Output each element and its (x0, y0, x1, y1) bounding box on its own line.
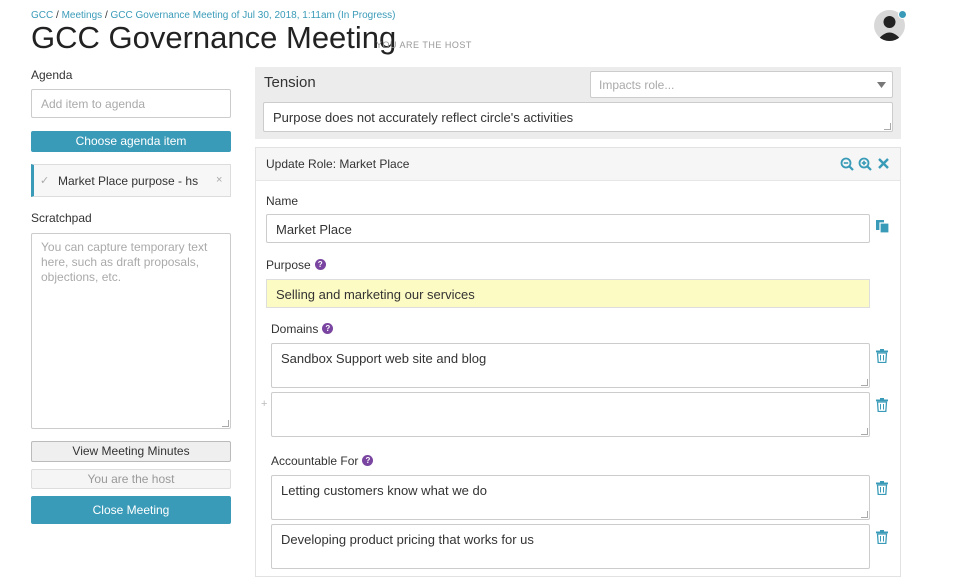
impacts-role-placeholder: Impacts role... (599, 78, 675, 92)
domain-textarea[interactable]: Sandbox Support web site and blog (271, 343, 870, 388)
scratchpad-textarea[interactable]: You can capture temporary text here, suc… (31, 233, 231, 429)
name-input[interactable]: Market Place (266, 214, 870, 243)
trash-icon[interactable] (876, 481, 888, 495)
name-label: Name (266, 194, 299, 208)
purpose-value: Selling and marketing our services (276, 287, 475, 302)
trash-icon[interactable] (876, 349, 888, 363)
agenda-input-placeholder: Add item to agenda (41, 97, 146, 111)
update-role-title: Update Role: Market Place (266, 157, 410, 171)
agenda-input[interactable]: Add item to agenda (31, 89, 231, 118)
domain-text: Sandbox Support web site and blog (281, 351, 487, 366)
resize-handle[interactable] (861, 511, 868, 518)
help-icon[interactable]: ? (314, 259, 326, 270)
remove-agenda-item-icon[interactable]: × (216, 174, 222, 186)
trash-icon[interactable] (876, 530, 888, 544)
help-icon[interactable]: ? (362, 455, 374, 466)
help-icon[interactable]: ? (322, 323, 334, 334)
agenda-item[interactable]: ✓ Market Place purpose - hs × (31, 164, 231, 197)
resize-handle[interactable] (861, 379, 868, 386)
impacts-role-select[interactable]: Impacts role... (590, 71, 893, 98)
close-meeting-button[interactable]: Close Meeting (31, 496, 231, 524)
resize-handle[interactable] (884, 123, 891, 130)
purpose-label-text: Purpose (266, 258, 311, 272)
trash-icon[interactable] (876, 398, 888, 412)
you-are-the-host-button: You are the host (31, 469, 231, 489)
accountability-textarea[interactable]: Developing product pricing that works fo… (271, 524, 870, 569)
accountability-textarea[interactable]: Letting customers know what we do (271, 475, 870, 520)
tension-textarea[interactable]: Purpose does not accurately reflect circ… (263, 102, 893, 132)
agenda-label: Agenda (31, 68, 73, 82)
chevron-down-icon (877, 82, 886, 88)
copy-icon[interactable] (875, 219, 890, 234)
purpose-label: Purpose? (266, 258, 326, 272)
domains-label: Domains? (271, 322, 334, 336)
close-icon[interactable] (878, 158, 889, 169)
host-tag: YOU ARE THE HOST (376, 40, 472, 50)
scratchpad-placeholder: You can capture temporary text here, suc… (41, 240, 208, 284)
resize-handle[interactable] (222, 420, 229, 427)
view-meeting-minutes-button[interactable]: View Meeting Minutes (31, 441, 231, 462)
name-value: Market Place (276, 222, 352, 237)
add-domain-handle[interactable]: + (261, 398, 267, 410)
scratchpad-label: Scratchpad (31, 211, 92, 225)
tension-label: Tension (264, 74, 316, 91)
accountable-label: Accountable For? (271, 454, 374, 468)
domains-label-text: Domains (271, 322, 319, 336)
purpose-input[interactable]: Selling and marketing our services (266, 279, 870, 308)
tension-text: Purpose does not accurately reflect circ… (273, 110, 574, 125)
page-title: GCC Governance Meeting (31, 20, 397, 55)
accountability-text: Letting customers know what we do (281, 483, 487, 498)
accountable-label-text: Accountable For (271, 454, 359, 468)
zoom-in-icon[interactable] (858, 157, 872, 171)
zoom-out-icon[interactable] (840, 157, 854, 171)
choose-agenda-item-button[interactable]: Choose agenda item (31, 131, 231, 152)
resize-handle[interactable] (861, 428, 868, 435)
check-icon: ✓ (40, 175, 50, 187)
notification-dot (898, 10, 907, 19)
agenda-item-label: Market Place purpose - hs (58, 174, 199, 188)
domain-textarea-empty[interactable] (271, 392, 870, 437)
accountability-text: Developing product pricing that works fo… (281, 532, 534, 547)
